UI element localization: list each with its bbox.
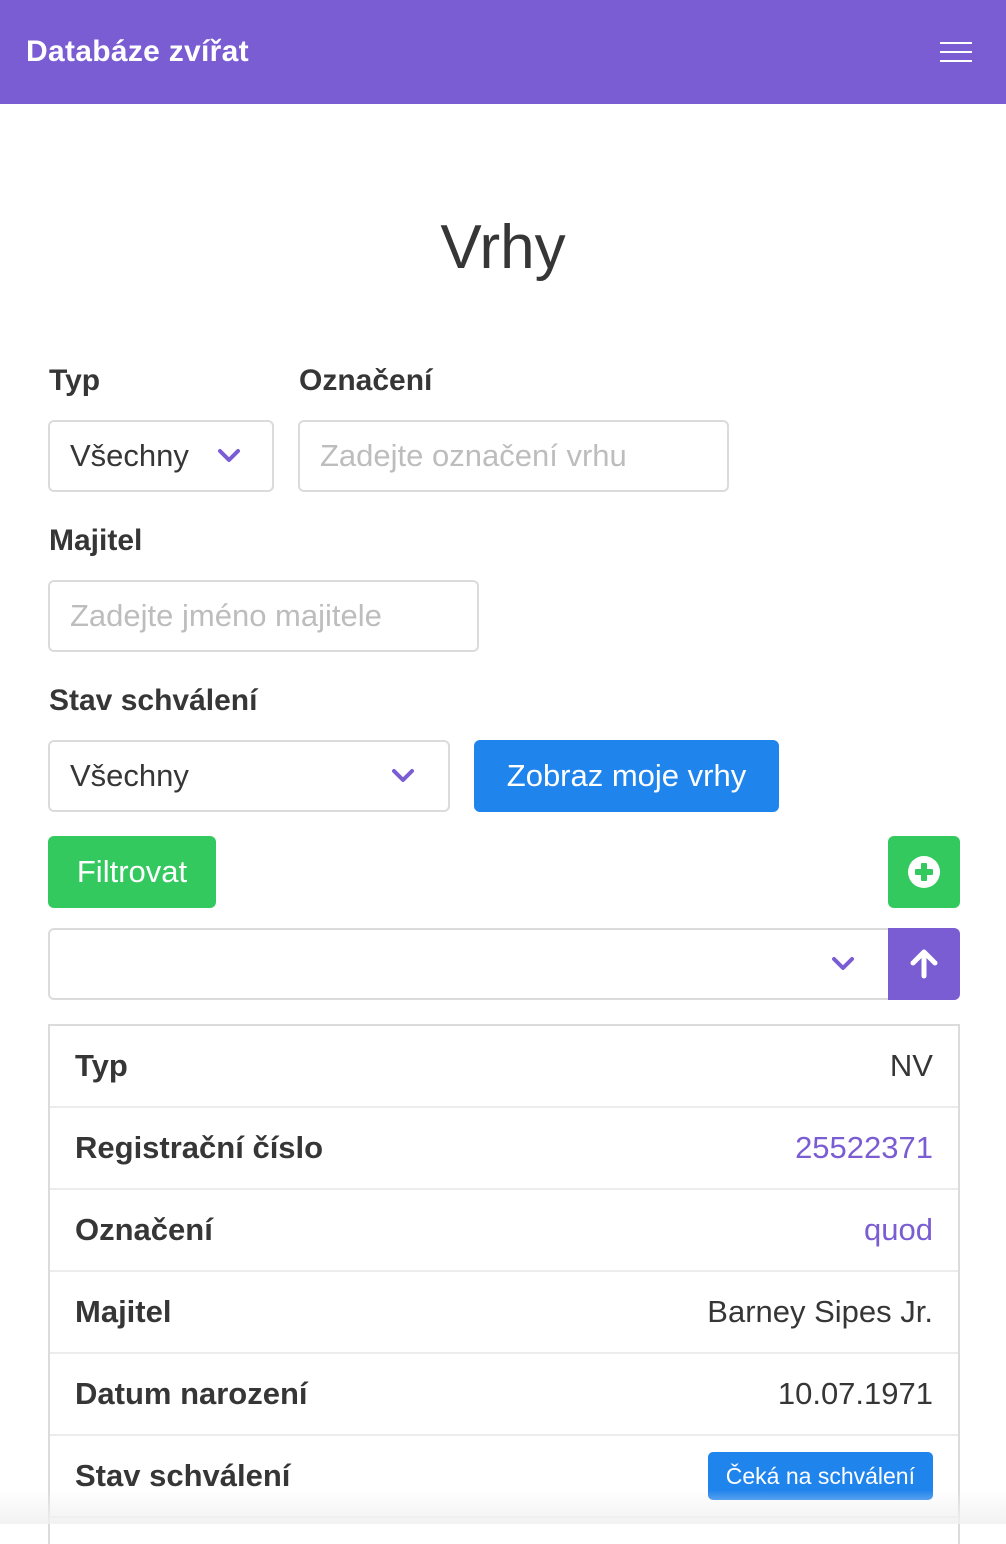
chevron-down-icon bbox=[828, 949, 858, 979]
record-row-birth-date: Datum narození 10.07.1971 bbox=[50, 1354, 958, 1436]
record-row-registration: Registrační číslo 25522371 bbox=[50, 1108, 958, 1190]
chevron-down-icon bbox=[388, 761, 418, 791]
record-key: Označení bbox=[75, 1212, 213, 1247]
navbar: Databáze zvířat bbox=[0, 0, 1006, 104]
designation-link[interactable]: quod bbox=[864, 1212, 933, 1248]
chevron-down-icon bbox=[214, 441, 244, 471]
page-title: Vrhy bbox=[440, 213, 566, 282]
sort-direction-button[interactable] bbox=[888, 928, 960, 1000]
record-key: Datum narození bbox=[75, 1376, 308, 1411]
designation-placeholder: Zadejte označení vrhu bbox=[320, 438, 627, 473]
owner-placeholder: Zadejte jméno majitele bbox=[70, 598, 382, 633]
scroll-fade bbox=[0, 1490, 1006, 1524]
approval-label: Stav schválení bbox=[49, 684, 258, 717]
add-button[interactable] bbox=[888, 836, 960, 908]
record-value: Barney Sipes Jr. bbox=[707, 1294, 933, 1329]
designation-label: Označení bbox=[299, 364, 433, 397]
record-row-designation: Označení quod bbox=[50, 1190, 958, 1272]
record-key: Registrační číslo bbox=[75, 1130, 324, 1165]
record-key: Stav schválení bbox=[75, 1458, 291, 1493]
arrow-up-icon bbox=[910, 949, 938, 979]
type-select[interactable]: Všechny bbox=[48, 420, 274, 492]
record-row-owner: Majitel Barney Sipes Jr. bbox=[50, 1272, 958, 1354]
type-select-value: Všechny bbox=[70, 438, 189, 473]
plus-circle-icon bbox=[908, 856, 940, 888]
hamburger-icon[interactable] bbox=[940, 40, 972, 64]
my-litters-button[interactable]: Zobraz moje vrhy bbox=[474, 740, 779, 812]
record-value: 10.07.1971 bbox=[777, 1376, 933, 1411]
app-title[interactable]: Databáze zvířat bbox=[26, 35, 249, 69]
approval-select[interactable]: Všechny bbox=[48, 740, 450, 812]
filter-button[interactable]: Filtrovat bbox=[48, 836, 216, 908]
approval-select-value: Všechny bbox=[70, 758, 189, 793]
record-value: NV bbox=[889, 1048, 933, 1083]
owner-input[interactable]: Zadejte jméno majitele bbox=[48, 580, 479, 652]
owner-label: Majitel bbox=[49, 524, 143, 557]
record-key: Typ bbox=[75, 1048, 128, 1083]
type-label: Typ bbox=[49, 364, 101, 397]
registration-number-link[interactable]: 25522371 bbox=[795, 1130, 933, 1166]
sort-select[interactable] bbox=[48, 928, 890, 1000]
record-key: Majitel bbox=[75, 1294, 172, 1329]
record-row-type: Typ NV bbox=[50, 1026, 958, 1108]
litter-card: Typ NV Registrační číslo 25522371 Označe… bbox=[48, 1024, 960, 1544]
designation-input[interactable]: Zadejte označení vrhu bbox=[298, 420, 729, 492]
